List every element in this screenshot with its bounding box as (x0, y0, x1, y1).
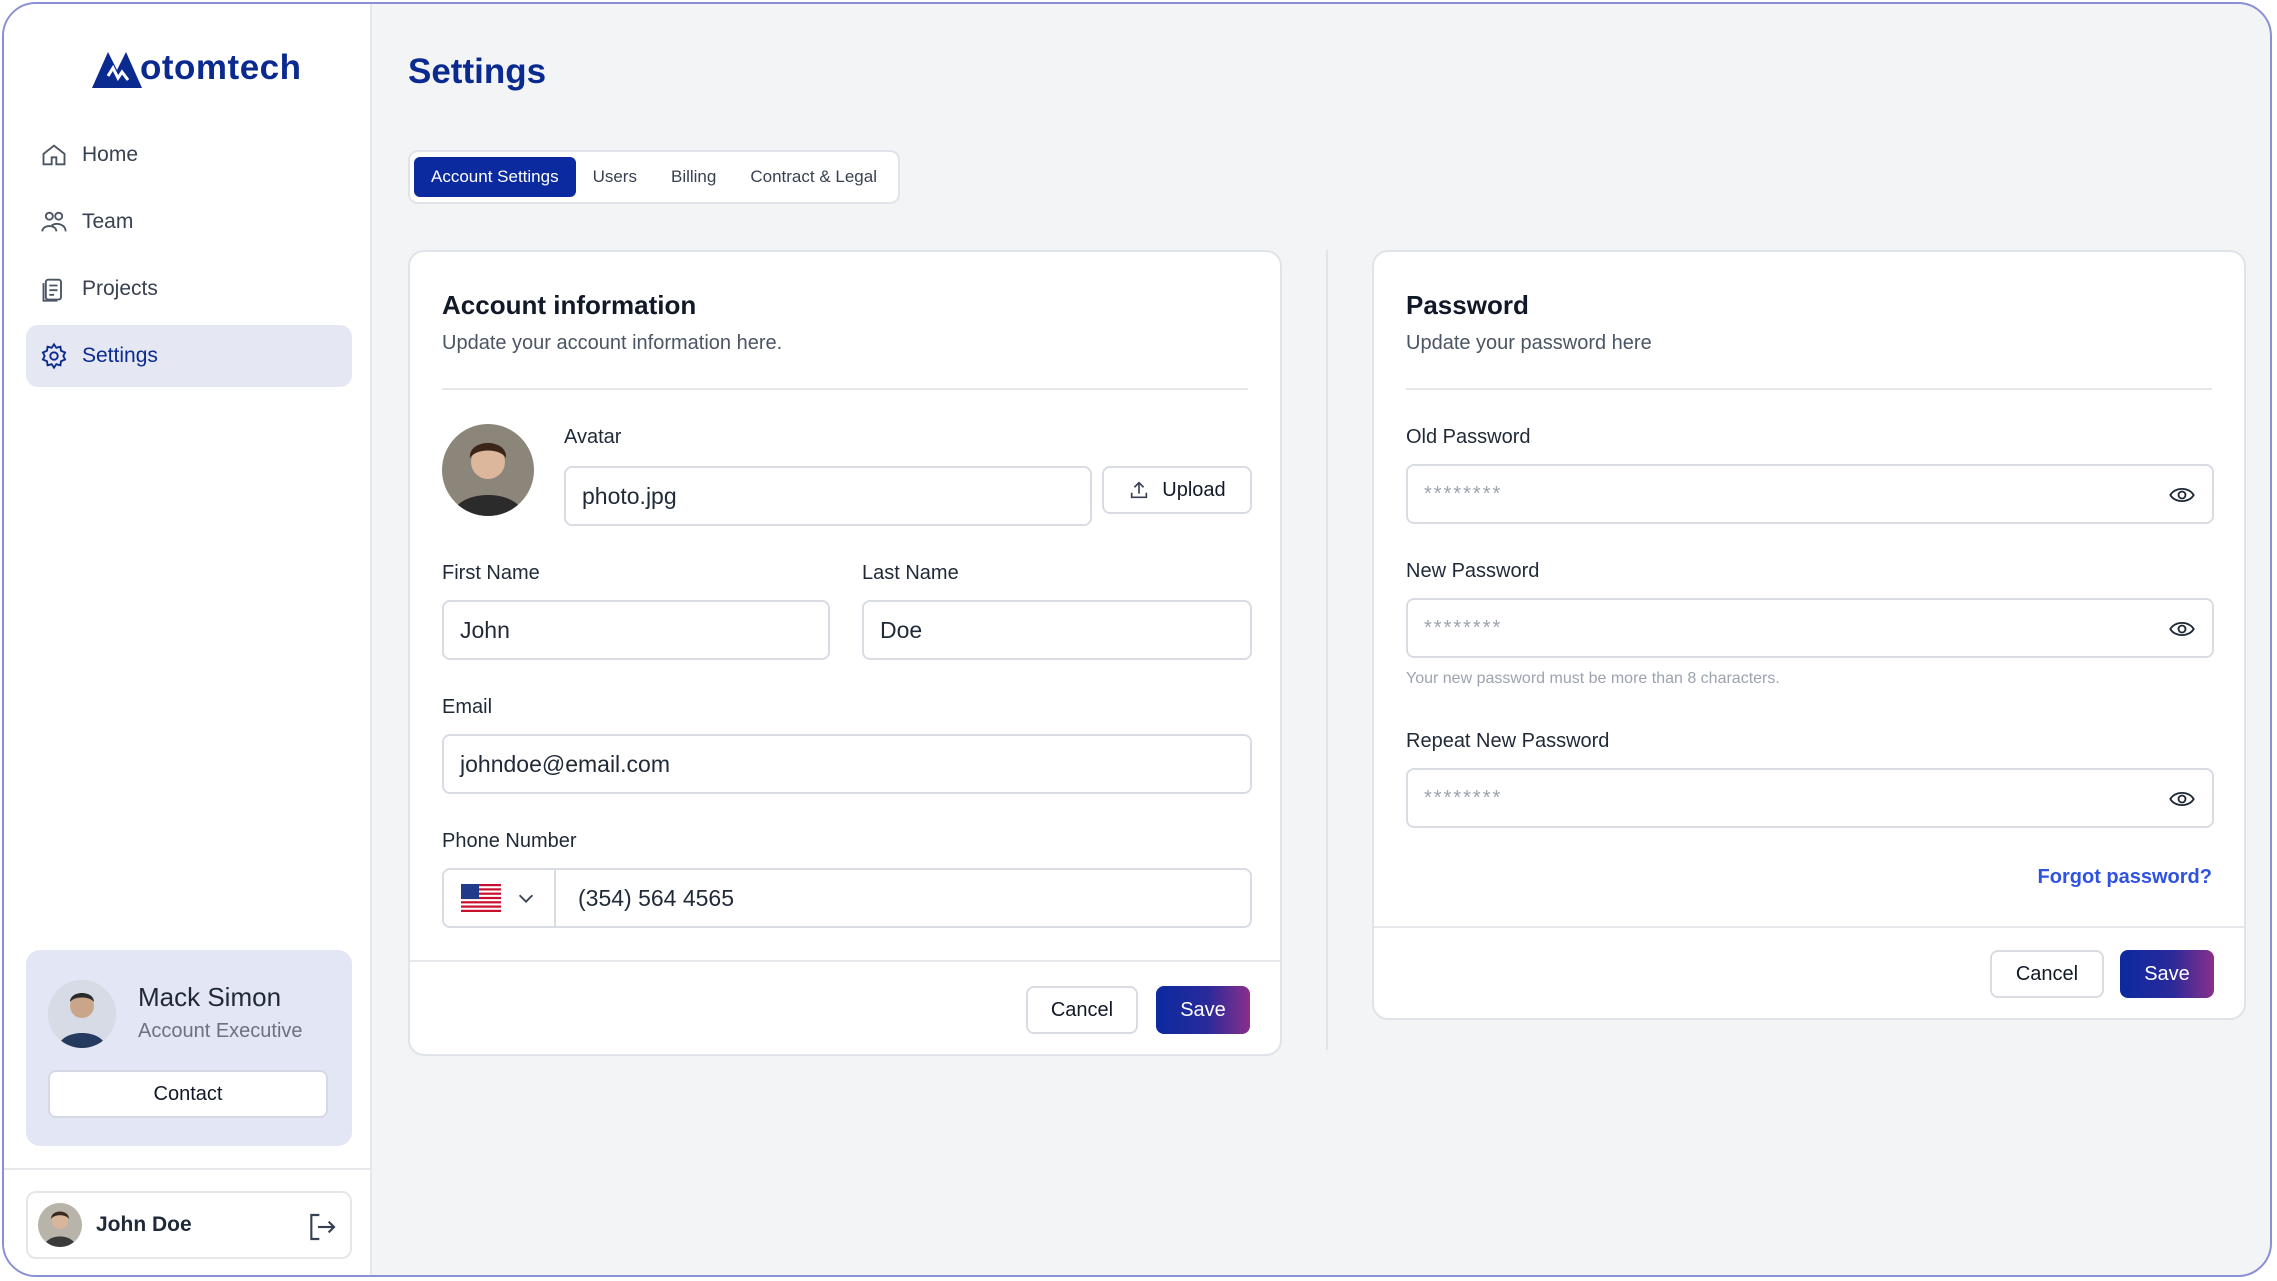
repeat-password-value: ******** (1424, 786, 1503, 809)
new-password-value: ******** (1424, 616, 1503, 639)
sidebar-item-label: Team (82, 210, 134, 233)
avatar-file-value: photo.jpg (582, 482, 677, 509)
sidebar-item-team[interactable]: Team (26, 191, 352, 253)
cancel-button[interactable]: Cancel (1026, 986, 1138, 1034)
brand-logo[interactable]: otomtech (90, 44, 302, 92)
old-password-field[interactable]: ******** (1406, 464, 2214, 524)
cancel-button[interactable]: Cancel (1990, 950, 2104, 998)
eye-icon[interactable] (2168, 615, 2196, 643)
tab-billing[interactable]: Billing (654, 157, 733, 197)
new-password-field[interactable]: ******** (1406, 598, 2214, 658)
sidebar-item-home[interactable]: Home (26, 124, 352, 186)
avatar (48, 980, 116, 1048)
first-name-label: First Name (442, 562, 540, 584)
upload-button[interactable]: Upload (1102, 466, 1252, 514)
email-label: Email (442, 696, 493, 718)
save-button[interactable]: Save (2120, 950, 2214, 998)
column-divider (1326, 250, 1328, 1050)
first-name-value: John (460, 616, 510, 643)
avatar-file-field[interactable]: photo.jpg (564, 466, 1092, 526)
projects-icon (42, 278, 62, 302)
tab-account-settings[interactable]: Account Settings (414, 157, 576, 197)
team-icon (41, 211, 67, 232)
mountain-logo-icon (92, 52, 142, 88)
divider (1374, 926, 2244, 928)
person-avatar-icon (442, 424, 534, 516)
divider (1406, 388, 2212, 390)
divider (442, 388, 1248, 390)
password-card: Password Update your password here Old P… (1372, 250, 2246, 1020)
email-field[interactable]: johndoe@email.com (442, 734, 1252, 794)
phone-label: Phone Number (442, 830, 577, 852)
card-subtitle: Update your password here (1406, 332, 1652, 354)
brand-name: otomtech (140, 48, 302, 87)
divider (410, 960, 1280, 962)
phone-value: (354) 564 4565 (578, 884, 735, 911)
sidebar-item-projects[interactable]: Projects (26, 258, 352, 320)
card-subtitle: Update your account information here. (442, 332, 783, 354)
page-title: Settings (408, 52, 547, 91)
repeat-password-label: Repeat New Password (1406, 730, 1610, 752)
us-flag-icon (461, 884, 501, 912)
manager-name: Mack Simon (138, 982, 282, 1012)
new-password-label: New Password (1406, 560, 1540, 582)
tab-users[interactable]: Users (576, 157, 654, 197)
card-title: Password (1406, 290, 1529, 320)
avatar (38, 1203, 82, 1247)
person-avatar-icon (48, 980, 116, 1048)
sidebar: otomtech Home Team Projects Settings Mac… (4, 4, 372, 1275)
old-password-value: ******** (1424, 482, 1503, 505)
settings-tabs: Account Settings Users Billing Contract … (408, 150, 900, 204)
contact-button[interactable]: Contact (48, 1070, 328, 1118)
tab-contract-legal[interactable]: Contract & Legal (733, 157, 894, 197)
card-title: Account information (442, 290, 697, 320)
avatar-label: Avatar (564, 426, 622, 448)
logout-icon[interactable] (306, 1211, 338, 1243)
last-name-field[interactable]: Doe (862, 600, 1252, 660)
old-password-label: Old Password (1406, 426, 1531, 448)
forgot-password-link[interactable]: Forgot password? (2038, 866, 2212, 889)
account-information-card: Account information Update your account … (408, 250, 1282, 1056)
eye-icon[interactable] (2168, 785, 2196, 813)
last-name-label: Last Name (862, 562, 959, 584)
chevron-down-icon (518, 894, 534, 903)
gear-icon (41, 342, 67, 370)
sidebar-divider (4, 1168, 370, 1170)
app-window: otomtech Home Team Projects Settings Mac… (2, 2, 2272, 1277)
avatar (442, 424, 534, 516)
sidebar-item-label: Settings (82, 344, 158, 367)
password-hint: Your new password must be more than 8 ch… (1406, 670, 1780, 687)
person-avatar-icon (38, 1203, 82, 1247)
first-name-field[interactable]: John (442, 600, 830, 660)
last-name-value: Doe (880, 616, 923, 643)
current-user[interactable]: John Doe (26, 1191, 352, 1259)
manager-role: Account Executive (138, 1020, 303, 1042)
sidebar-nav: Home Team Projects Settings (26, 124, 352, 392)
phone-field[interactable]: (354) 564 4565 (442, 868, 1252, 928)
country-code-select[interactable] (444, 870, 556, 926)
account-manager-card: Mack Simon Account Executive Contact (26, 950, 352, 1146)
upload-icon (1131, 481, 1148, 499)
repeat-password-field[interactable]: ******** (1406, 768, 2214, 828)
sidebar-item-label: Home (82, 143, 139, 166)
email-value: johndoe@email.com (460, 750, 671, 777)
eye-icon[interactable] (2168, 481, 2196, 509)
user-name: John Doe (96, 1213, 192, 1236)
sidebar-item-label: Projects (82, 277, 158, 300)
home-icon (42, 144, 66, 166)
upload-label: Upload (1162, 478, 1226, 501)
save-button[interactable]: Save (1156, 986, 1250, 1034)
sidebar-item-settings[interactable]: Settings (26, 325, 352, 387)
